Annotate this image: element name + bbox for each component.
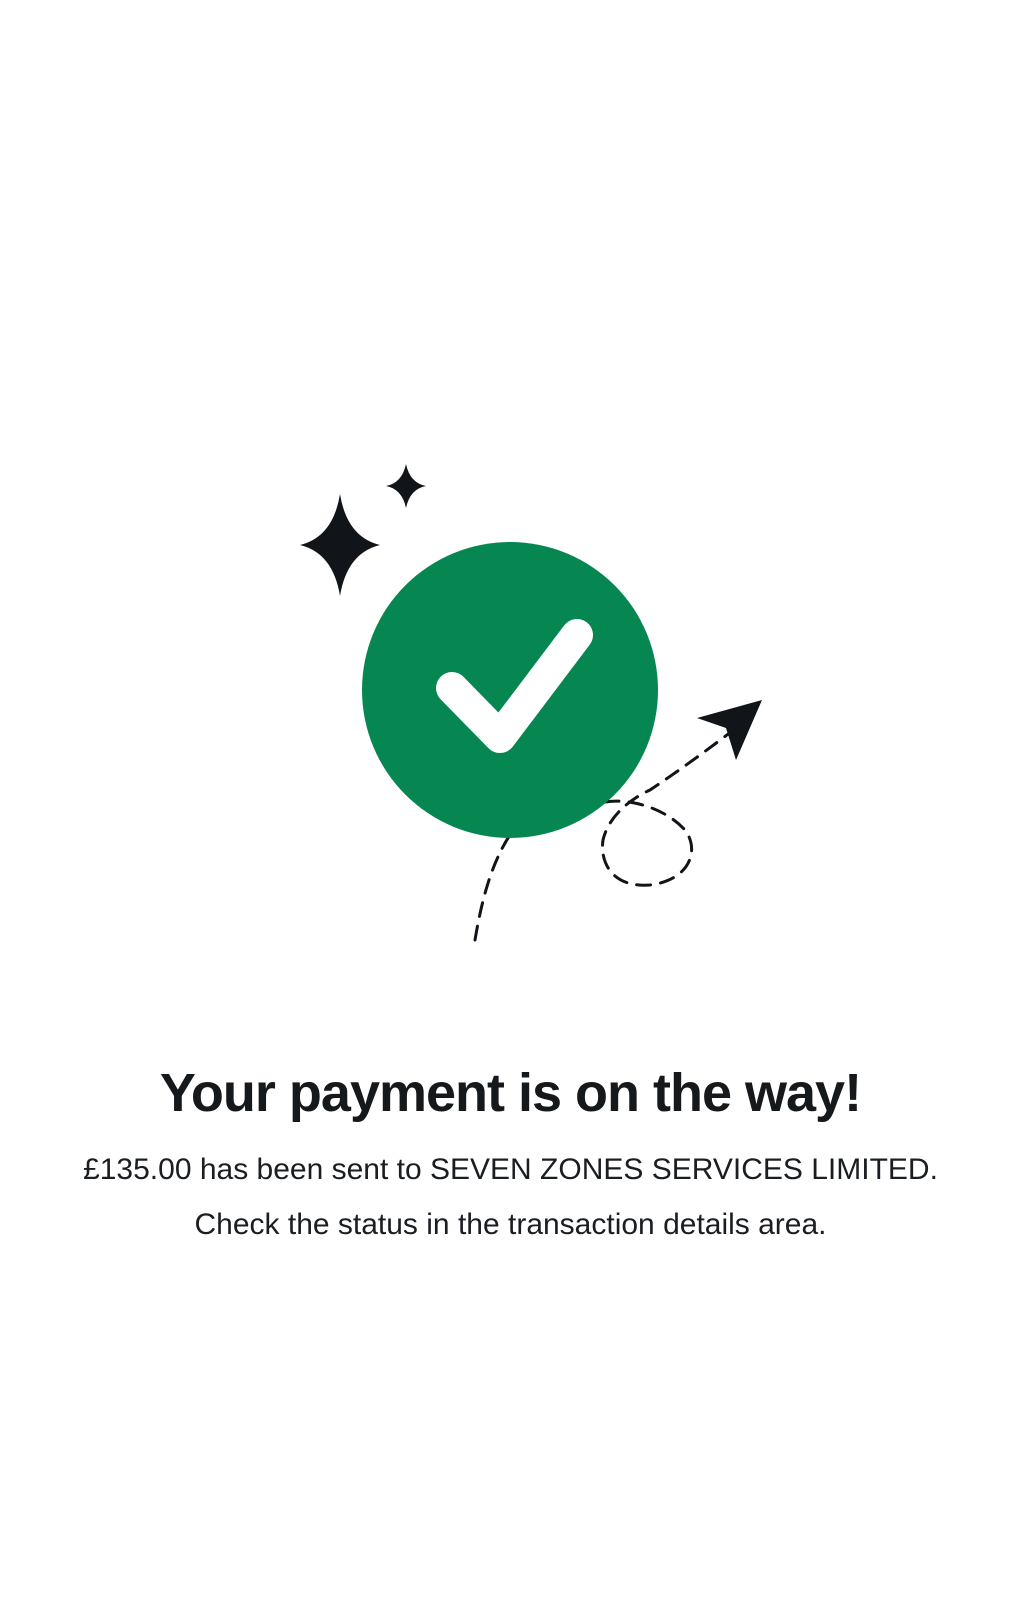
success-circle (362, 542, 658, 838)
page-title: Your payment is on the way! (159, 1063, 862, 1123)
payment-details-text: £135.00 has been sent to SEVEN ZONES SER… (83, 1153, 938, 1241)
sparkle-icon (300, 494, 380, 596)
sparkle-small-icon (386, 464, 426, 508)
payment-success-illustration (0, 0, 1021, 1000)
confirmation-message: Your payment is on the way! £135.00 has … (40, 1058, 981, 1252)
